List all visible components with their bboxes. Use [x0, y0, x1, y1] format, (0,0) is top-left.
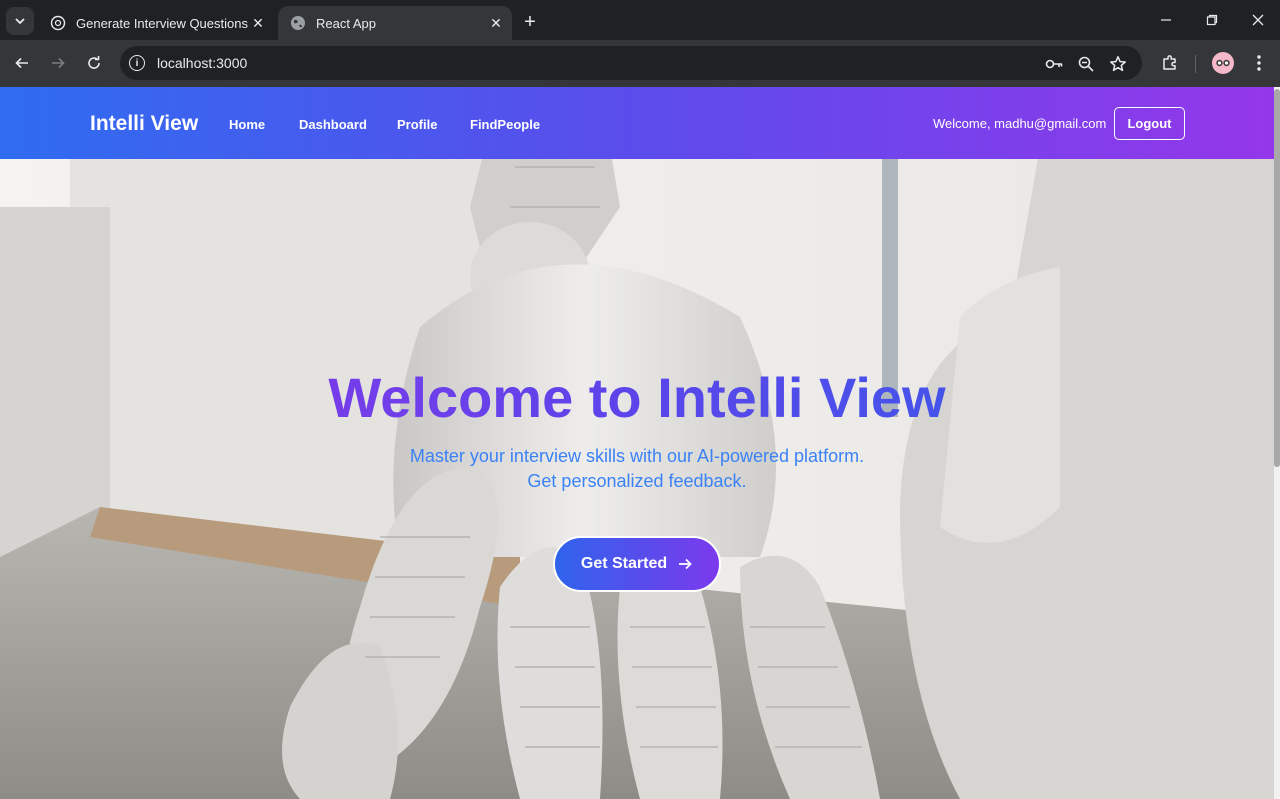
hero-title: Welcome to Intelli View: [0, 365, 1274, 430]
address-bar[interactable]: i localhost:3000: [120, 46, 1142, 80]
browser-tab-strip: Generate Interview Questions ✕ React App…: [0, 0, 1280, 40]
arrow-right-icon: [679, 558, 692, 570]
scrollbar-thumb[interactable]: [1274, 89, 1280, 467]
get-started-button[interactable]: Get Started: [553, 536, 721, 592]
chatgpt-icon: [50, 15, 66, 31]
tab-react-app[interactable]: React App ✕: [278, 6, 512, 40]
close-window-icon[interactable]: [1246, 8, 1270, 32]
nav-link-findpeople[interactable]: FindPeople: [470, 117, 540, 132]
hero-subtitle: Master your interview skills with our AI…: [0, 444, 1274, 494]
url-text[interactable]: localhost:3000: [157, 55, 247, 71]
new-tab-button[interactable]: +: [518, 10, 542, 34]
bookmark-star-icon[interactable]: [1107, 53, 1129, 75]
logout-button[interactable]: Logout: [1114, 107, 1185, 140]
tab-title: Generate Interview Questions: [76, 15, 248, 31]
nav-link-home[interactable]: Home: [229, 117, 265, 132]
hero-subtitle-line-2: Get personalized feedback.: [527, 471, 747, 491]
minimize-icon[interactable]: [1154, 8, 1178, 32]
profile-avatar[interactable]: [1212, 52, 1234, 74]
close-icon[interactable]: ✕: [248, 13, 268, 33]
reload-icon[interactable]: [81, 50, 107, 76]
app-navbar: Intelli View Home Dashboard Profile Find…: [0, 87, 1274, 159]
extensions-puzzle-icon[interactable]: [1157, 50, 1183, 76]
welcome-user-text: Welcome, madhu@gmail.com: [933, 116, 1107, 131]
globe-icon: [290, 15, 306, 31]
password-key-icon[interactable]: [1043, 53, 1065, 75]
tab-generate-interview-questions[interactable]: Generate Interview Questions ✕: [38, 6, 274, 40]
page-viewport: Intelli View Home Dashboard Profile Find…: [0, 87, 1280, 799]
page-scrollbar[interactable]: [1274, 87, 1280, 799]
forward-arrow-icon[interactable]: [45, 50, 71, 76]
zoom-icon[interactable]: [1075, 53, 1097, 75]
toolbar-divider: [1195, 55, 1196, 73]
close-icon[interactable]: ✕: [486, 13, 506, 33]
nav-link-profile[interactable]: Profile: [397, 117, 437, 132]
menu-kebab-icon[interactable]: [1246, 50, 1272, 76]
nav-link-dashboard[interactable]: Dashboard: [299, 117, 367, 132]
back-arrow-icon[interactable]: [9, 50, 35, 76]
robot-hand-photo: [0, 87, 1274, 799]
tab-title: React App: [316, 15, 376, 31]
browser-toolbar: i localhost:3000: [0, 40, 1280, 87]
get-started-label: Get Started: [580, 555, 668, 572]
restore-icon[interactable]: [1200, 8, 1224, 32]
hero-subtitle-line-1: Master your interview skills with our AI…: [409, 446, 865, 466]
site-info-icon[interactable]: i: [129, 55, 145, 71]
chevron-down-icon: [15, 18, 25, 25]
tab-search-button[interactable]: [6, 7, 34, 35]
hero-background-robot-hand: [0, 87, 1274, 799]
brand-logo[interactable]: Intelli View: [90, 112, 198, 136]
